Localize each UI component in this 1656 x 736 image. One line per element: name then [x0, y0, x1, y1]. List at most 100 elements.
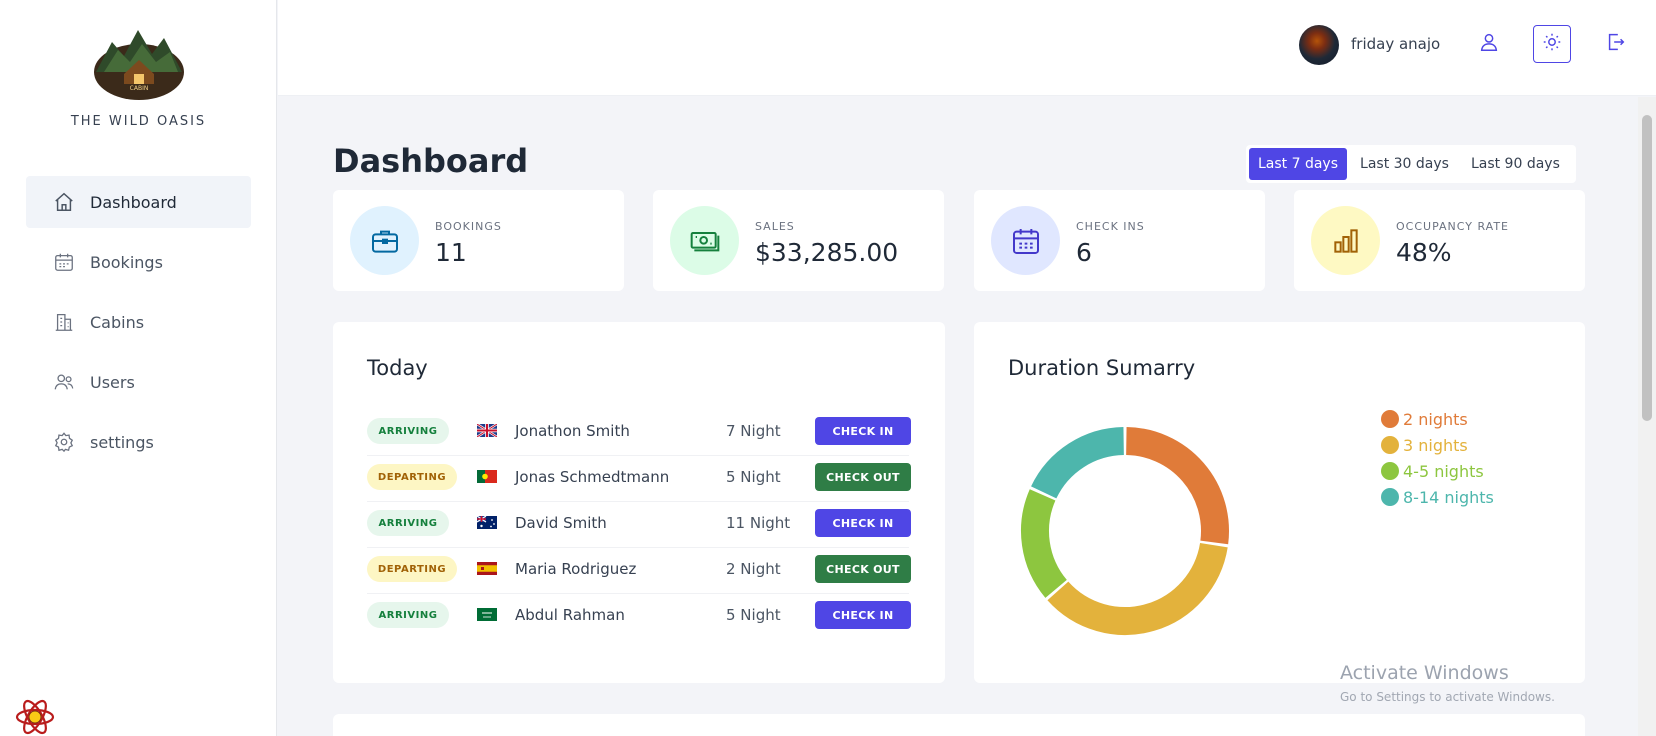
nights-count: 5 Night	[726, 468, 781, 486]
legend-label: 8-14 nights	[1403, 487, 1494, 507]
legend-dot	[1381, 410, 1399, 428]
home-icon	[52, 190, 76, 214]
activate-windows-subtitle: Go to Settings to activate Windows.	[1340, 690, 1555, 704]
stat-label: SALES	[755, 220, 795, 233]
donut-slice-3-nights[interactable]	[1047, 542, 1228, 635]
avatar[interactable]	[1299, 25, 1339, 65]
today-row: ARRIVING Jonathon Smith 7 Night CHECK IN	[367, 410, 911, 456]
stat-label: OCCUPANCY RATE	[1396, 220, 1509, 233]
logout-icon	[1605, 31, 1627, 57]
briefcase-icon	[350, 206, 419, 275]
chart-bar-icon	[1311, 206, 1380, 275]
today-row: DEPARTING Maria Rodriguez 2 Night CHECK …	[367, 548, 911, 594]
check-out-button[interactable]: CHECK OUT	[815, 555, 911, 583]
check-in-button[interactable]: CHECK IN	[815, 601, 911, 629]
username: friday anajo	[1351, 35, 1441, 53]
top-header	[278, 0, 1656, 96]
chart-legend: 2 nights 3 nights 4-5 nights 8-14 nights	[1381, 406, 1494, 510]
legend-item: 4-5 nights	[1381, 458, 1494, 484]
stat-value: 6	[1076, 238, 1092, 267]
sidebar-nav: Dashboard Bookings Cabins Users settings	[26, 176, 251, 476]
nights-count: 7 Night	[726, 422, 781, 440]
nights-count: 11 Night	[726, 514, 791, 532]
legend-item: 2 nights	[1381, 406, 1494, 432]
australia-flag-icon	[477, 516, 497, 529]
today-row: ARRIVING David Smith 11 Night CHECK IN	[367, 502, 911, 548]
donut-slice-2-nights[interactable]	[1125, 427, 1229, 545]
guest-name: Abdul Rahman	[515, 606, 625, 624]
sidebar-item-settings[interactable]: settings	[26, 416, 251, 468]
check-out-button[interactable]: CHECK OUT	[815, 463, 911, 491]
guest-name: David Smith	[515, 514, 607, 532]
uk-flag-icon	[477, 424, 497, 437]
filter-last-30-days[interactable]: Last 30 days	[1351, 148, 1458, 180]
react-devtools-icon[interactable]	[14, 697, 56, 736]
filter-last-90-days[interactable]: Last 90 days	[1462, 148, 1569, 180]
sun-icon	[1541, 31, 1563, 57]
donut-slice-4-5-nights[interactable]	[1021, 489, 1068, 598]
status-badge: DEPARTING	[367, 556, 457, 582]
logo-text: CABIN	[130, 85, 149, 92]
brand-name: THE WILD OASIS	[70, 114, 207, 129]
filter-last-7-days[interactable]: Last 7 days	[1249, 148, 1348, 180]
stat-value: 48%	[1396, 238, 1452, 267]
date-range-filter: Last 7 days Last 30 days Last 90 days	[1246, 145, 1576, 183]
theme-toggle-button[interactable]	[1533, 25, 1571, 63]
stat-card-sales: SALES $33,285.00	[653, 190, 944, 291]
next-panel	[333, 714, 1585, 736]
sidebar-item-label: settings	[90, 432, 154, 452]
sidebar-item-users[interactable]: Users	[26, 356, 251, 408]
calendar-icon	[52, 250, 76, 274]
today-row: DEPARTING Jonas Schmedtmann 5 Night CHEC…	[367, 456, 911, 502]
legend-item: 8-14 nights	[1381, 484, 1494, 510]
legend-dot	[1381, 488, 1399, 506]
status-badge: DEPARTING	[367, 464, 457, 490]
check-in-button[interactable]: CHECK IN	[815, 509, 911, 537]
saudi-flag-icon	[477, 608, 497, 621]
stat-value: 11	[435, 238, 467, 267]
duration-title: Duration Sumarry	[1008, 356, 1196, 380]
sidebar: CABIN THE WILD OASIS Dashboard Bookings …	[0, 0, 277, 736]
user-icon	[1478, 31, 1500, 57]
today-row: ARRIVING Abdul Rahman 5 Night CHECK IN	[367, 594, 911, 640]
stat-card-check-ins: CHECK INS 6	[974, 190, 1265, 291]
sidebar-item-bookings[interactable]: Bookings	[26, 236, 251, 288]
scrollbar-thumb[interactable]	[1642, 115, 1652, 421]
today-title: Today	[367, 356, 428, 380]
page-title: Dashboard	[333, 142, 529, 180]
page-scrollbar[interactable]	[1638, 97, 1656, 736]
today-panel: Today ARRIVING Jonathon Smith 7 Night CH…	[333, 322, 945, 683]
logout-button[interactable]	[1597, 25, 1635, 63]
calendar-days-icon	[991, 206, 1060, 275]
status-badge: ARRIVING	[367, 418, 449, 444]
duration-donut-chart	[1021, 427, 1229, 635]
legend-label: 4-5 nights	[1403, 461, 1484, 481]
nights-count: 2 Night	[726, 560, 781, 578]
account-button[interactable]	[1470, 25, 1508, 63]
guest-name: Jonathon Smith	[515, 422, 630, 440]
guest-name: Jonas Schmedtmann	[515, 468, 670, 486]
stat-value: $33,285.00	[755, 238, 899, 267]
sidebar-item-dashboard[interactable]: Dashboard	[26, 176, 251, 228]
donut-slice-8-14-nights[interactable]	[1031, 427, 1125, 499]
legend-dot	[1381, 462, 1399, 480]
guest-name: Maria Rodriguez	[515, 560, 637, 578]
check-in-button[interactable]: CHECK IN	[815, 417, 911, 445]
banknotes-icon	[670, 206, 739, 275]
stat-card-bookings: BOOKINGS 11	[333, 190, 624, 291]
sidebar-item-label: Dashboard	[90, 192, 177, 212]
stat-label: BOOKINGS	[435, 220, 502, 233]
legend-item: 3 nights	[1381, 432, 1494, 458]
legend-dot	[1381, 436, 1399, 454]
spain-flag-icon	[477, 562, 497, 575]
sidebar-item-cabins[interactable]: Cabins	[26, 296, 251, 348]
duration-summary-panel: Duration Sumarry 2 nights 3 nights 4-5 n…	[974, 322, 1585, 683]
sidebar-item-label: Bookings	[90, 252, 163, 272]
sidebar-item-label: Cabins	[90, 312, 145, 332]
building-icon	[52, 310, 76, 334]
nights-count: 5 Night	[726, 606, 781, 624]
gear-icon	[52, 430, 76, 454]
stat-card-occupancy-rate: OCCUPANCY RATE 48%	[1294, 190, 1585, 291]
status-badge: ARRIVING	[367, 602, 449, 628]
status-badge: ARRIVING	[367, 510, 449, 536]
